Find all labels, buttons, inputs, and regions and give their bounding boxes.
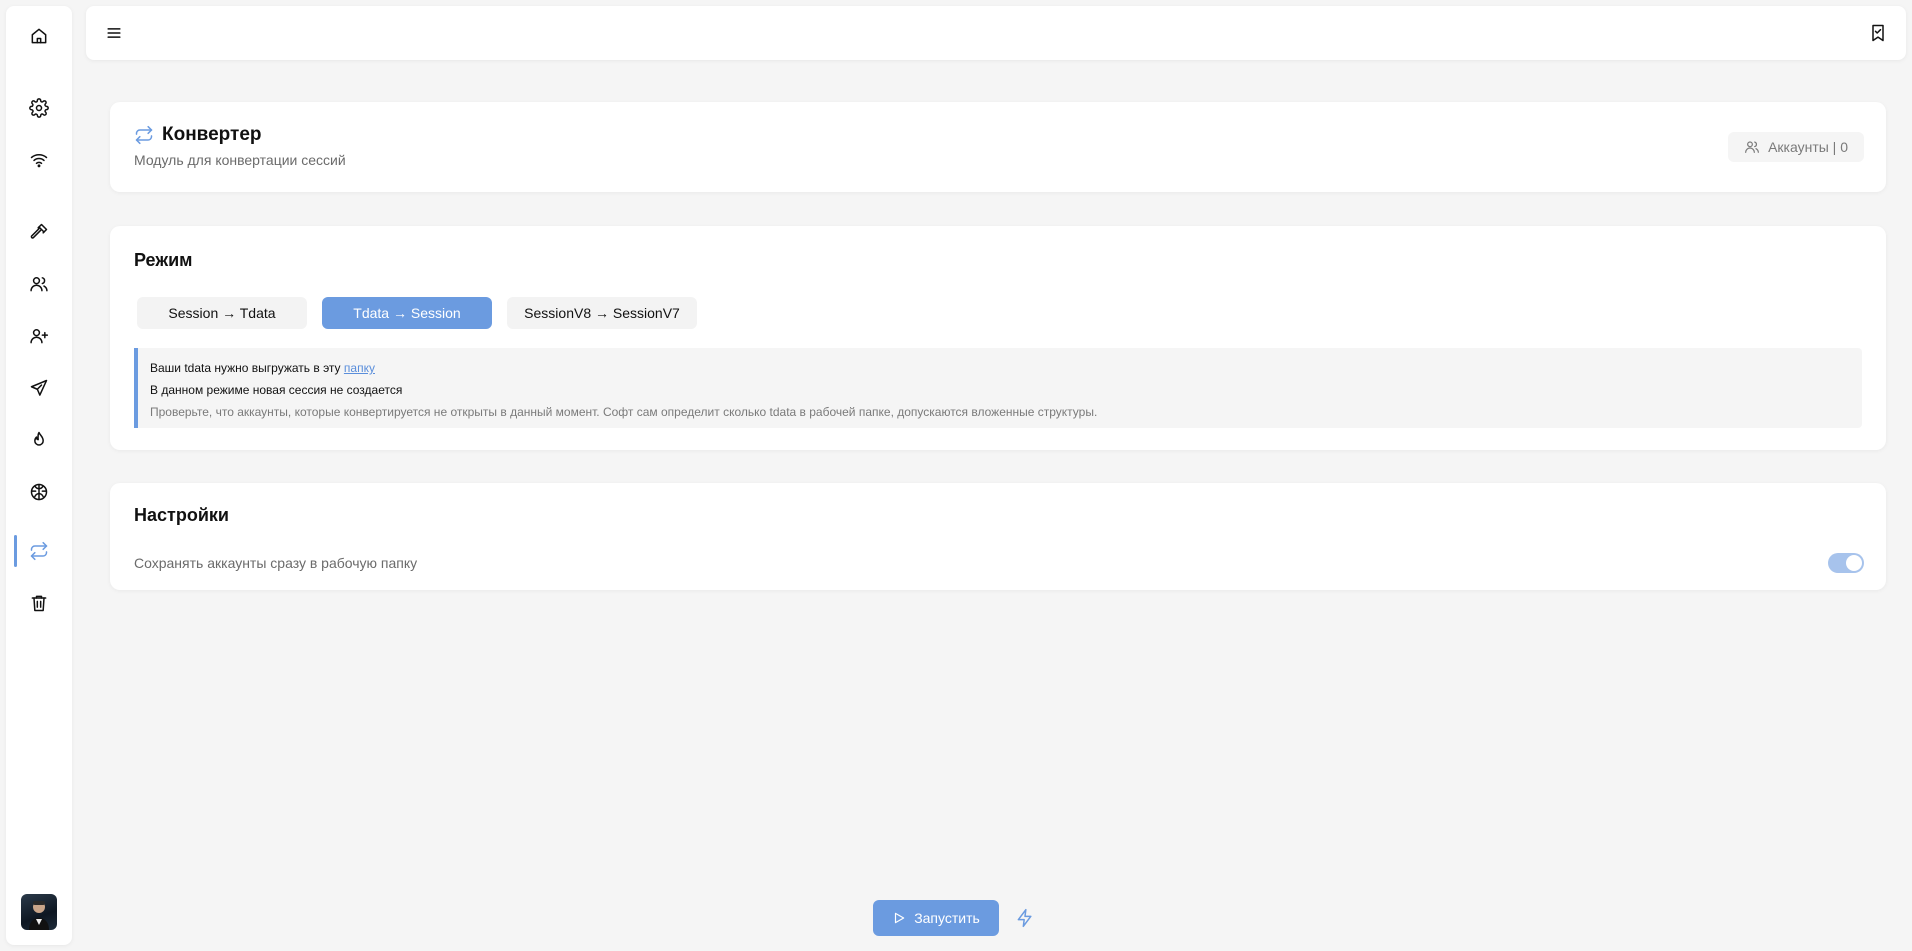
run-button-label: Запустить bbox=[914, 910, 980, 926]
sidebar-item-trash[interactable] bbox=[6, 583, 72, 623]
hammer-icon bbox=[30, 223, 48, 239]
setting-save-to-workdir-label: Сохранять аккаунты сразу в рабочую папку bbox=[134, 555, 418, 571]
accounts-badge-label: Аккаунты | 0 bbox=[1768, 139, 1848, 155]
module-header-card: Конвертер Модуль для конвертации сессий … bbox=[110, 102, 1886, 192]
settings-card: Настройки Сохранять аккаунты сразу в раб… bbox=[110, 483, 1886, 590]
brain-icon bbox=[30, 483, 48, 501]
sidebar-item-mailing[interactable] bbox=[6, 368, 72, 408]
settings-section-title: Настройки bbox=[134, 505, 229, 525]
page-title: Конвертер bbox=[162, 124, 262, 145]
sidebar-item-add-account[interactable] bbox=[6, 316, 72, 356]
sidebar-item-warmup[interactable] bbox=[6, 420, 72, 460]
tab-sessionv8-to-sessionv7[interactable]: SessionV8 → SessionV7 bbox=[507, 297, 697, 329]
convert-icon bbox=[30, 541, 48, 561]
tab-tdata-to-session[interactable]: Tdata → Session bbox=[322, 297, 492, 329]
mode-info-box: Ваши tdata нужно выгружать в эту папку В… bbox=[134, 348, 1862, 428]
bookmark-button[interactable] bbox=[1868, 23, 1888, 43]
info-line-warning: Проверьте, что аккаунты, которые конверт… bbox=[150, 405, 1098, 419]
mode-section-title: Режим bbox=[134, 250, 193, 270]
trash-icon bbox=[31, 595, 47, 612]
setting-save-to-workdir: Сохранять аккаунты сразу в рабочую папку bbox=[134, 551, 1864, 575]
mode-card: Режим Session → Tdata Tdata → Session Se… bbox=[110, 226, 1886, 450]
avatar[interactable] bbox=[21, 894, 57, 930]
users-icon bbox=[1745, 141, 1759, 153]
users-icon bbox=[30, 277, 48, 292]
send-icon bbox=[30, 379, 48, 396]
hamburger-icon bbox=[107, 28, 121, 38]
sidebar-item-proxy[interactable] bbox=[6, 140, 72, 180]
sidebar-item-home[interactable] bbox=[6, 16, 72, 56]
top-bar bbox=[86, 6, 1906, 60]
page-subtitle: Модуль для конвертации сессий bbox=[134, 152, 346, 168]
sidebar-item-accounts[interactable] bbox=[6, 264, 72, 304]
sidebar-item-settings[interactable] bbox=[6, 88, 72, 128]
mode-tabs: Session → Tdata Tdata → Session SessionV… bbox=[137, 297, 697, 329]
play-icon bbox=[895, 912, 905, 924]
sidebar bbox=[6, 6, 72, 945]
quick-run-button[interactable] bbox=[1015, 908, 1035, 928]
menu-button[interactable] bbox=[104, 23, 124, 43]
convert-icon bbox=[135, 125, 153, 145]
sidebar-item-tools[interactable] bbox=[6, 212, 72, 252]
bookmark-check-icon bbox=[1872, 24, 1884, 42]
lightning-icon bbox=[1017, 908, 1032, 928]
user-plus-icon bbox=[30, 329, 49, 344]
flame-icon bbox=[34, 431, 44, 446]
info-export-text: Ваши tdata нужно выгружать в эту bbox=[150, 361, 344, 375]
save-to-workdir-toggle[interactable] bbox=[1828, 553, 1864, 573]
home-icon bbox=[31, 28, 47, 44]
tab-session-to-tdata[interactable]: Session → Tdata bbox=[137, 297, 307, 329]
gear-icon bbox=[29, 98, 49, 118]
user-avatar-icon bbox=[29, 901, 49, 930]
sidebar-item-ai[interactable] bbox=[6, 472, 72, 512]
sidebar-item-converter[interactable] bbox=[6, 531, 72, 571]
title-row: Конвертер bbox=[134, 124, 262, 146]
wifi-icon bbox=[30, 154, 48, 168]
info-line-export: Ваши tdata нужно выгружать в эту папку bbox=[150, 357, 1850, 379]
info-line-no-new-session: В данном режиме новая сессия не создаетс… bbox=[150, 383, 403, 397]
run-button[interactable]: Запустить bbox=[873, 900, 999, 936]
accounts-badge[interactable]: Аккаунты | 0 bbox=[1728, 132, 1864, 162]
folder-link[interactable]: папку bbox=[344, 361, 375, 375]
